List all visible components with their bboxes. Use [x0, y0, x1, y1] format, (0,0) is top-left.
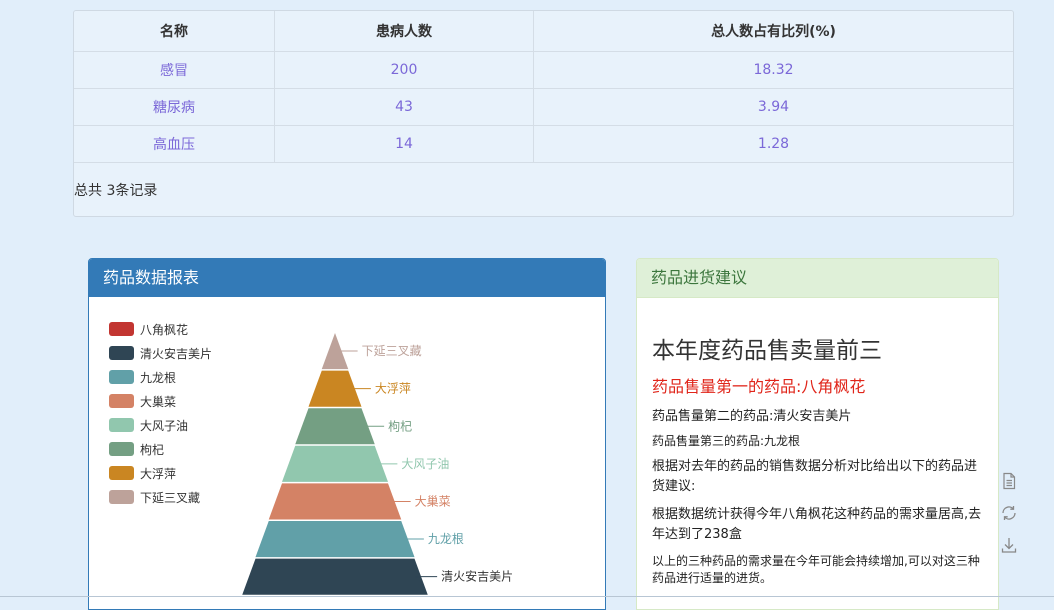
advice-stat: 根据数据统计获得今年八角枫花这种药品的需求量居高,去年达到了238盒: [652, 507, 982, 542]
column-header-patients: 患病人数: [274, 11, 534, 52]
funnel-chart: 下延三叉藏大浮萍枸杞大风子油大巢菜九龙根清火安吉美片: [242, 333, 513, 595]
advice-content: 本年度药品售卖量前三 药品售量第一的药品:八角枫花 药品售量第二的药品:清火安吉…: [652, 331, 982, 587]
purchase-advice-panel-title: 药品进货建议: [637, 259, 998, 298]
top-seller-second: 药品售量第二的药品:清火安吉美片: [652, 409, 852, 424]
funnel-label: 枸杞: [388, 418, 412, 433]
funnel-label: 大巢菜: [415, 494, 451, 508]
funnel-label: 九龙根: [428, 532, 464, 546]
top-seller-first: 药品售量第一的药品:八角枫花: [652, 377, 866, 396]
page-bottom-divider: [0, 596, 1054, 597]
disease-stats-table: 名称 患病人数 总人数占有比列(%) 感冒 200 18.32 糖尿病 43 3…: [74, 11, 1013, 163]
cell-ratio: 1.28: [533, 125, 1013, 163]
advice-analysis: 根据对去年的药品的销售数据分析对比给出以下的药品进货建议:: [652, 459, 978, 494]
restore-icon[interactable]: [1000, 504, 1018, 522]
drug-report-panel-title: 药品数据报表: [89, 259, 605, 297]
cell-ratio: 3.94: [533, 88, 1013, 126]
table-row: 高血压 14 1.28: [74, 125, 1013, 163]
funnel-label: 大浮萍: [375, 382, 411, 396]
column-header-ratio: 总人数占有比列(%): [533, 11, 1013, 52]
cell-name: 糖尿病: [74, 88, 275, 126]
record-count: 总共 3条记录: [74, 183, 158, 199]
funnel-label: 大风子油: [401, 457, 449, 471]
top-seller-third: 药品售量第三的药品:九龙根: [652, 434, 801, 448]
data-view-icon[interactable]: [1000, 472, 1018, 490]
disease-stats-table-container: 名称 患病人数 总人数占有比列(%) 感冒 200 18.32 糖尿病 43 3…: [73, 10, 1014, 217]
cell-name: 高血压: [74, 125, 275, 163]
funnel-segment[interactable]: [242, 558, 428, 595]
advice-conclusion: 以上的三种药品的需求量在今年可能会持续增加,可以对这三种药品进行适量的进货。: [652, 554, 980, 585]
table-row: 感冒 200 18.32: [74, 51, 1013, 89]
save-image-icon[interactable]: [1000, 536, 1018, 554]
funnel-label: 下延三叉藏: [362, 344, 422, 358]
funnel-segment[interactable]: [255, 521, 415, 558]
drug-report-panel: 药品数据报表 八角枫花 清火安吉美片 九龙根 大巢菜 大风子油 枸杞 大浮萍 下…: [88, 258, 606, 610]
cell-ratio: 18.32: [533, 51, 1013, 89]
funnel-label: 清火安吉美片: [441, 569, 513, 584]
cell-name: 感冒: [74, 51, 275, 89]
funnel-segment[interactable]: [268, 483, 402, 520]
chart-toolbox: [1000, 472, 1018, 568]
purchase-advice-panel: 药品进货建议 本年度药品售卖量前三 药品售量第一的药品:八角枫花 药品售量第二的…: [636, 258, 999, 610]
cell-patients: 200: [274, 51, 534, 89]
advice-heading: 本年度药品售卖量前三: [652, 338, 882, 364]
cell-patients: 43: [274, 88, 534, 126]
column-header-name: 名称: [74, 11, 275, 52]
table-row: 糖尿病 43 3.94: [74, 88, 1013, 126]
cell-patients: 14: [274, 125, 534, 163]
funnel-segment[interactable]: [282, 445, 388, 482]
table-header-row: 名称 患病人数 总人数占有比列(%): [74, 11, 1013, 52]
